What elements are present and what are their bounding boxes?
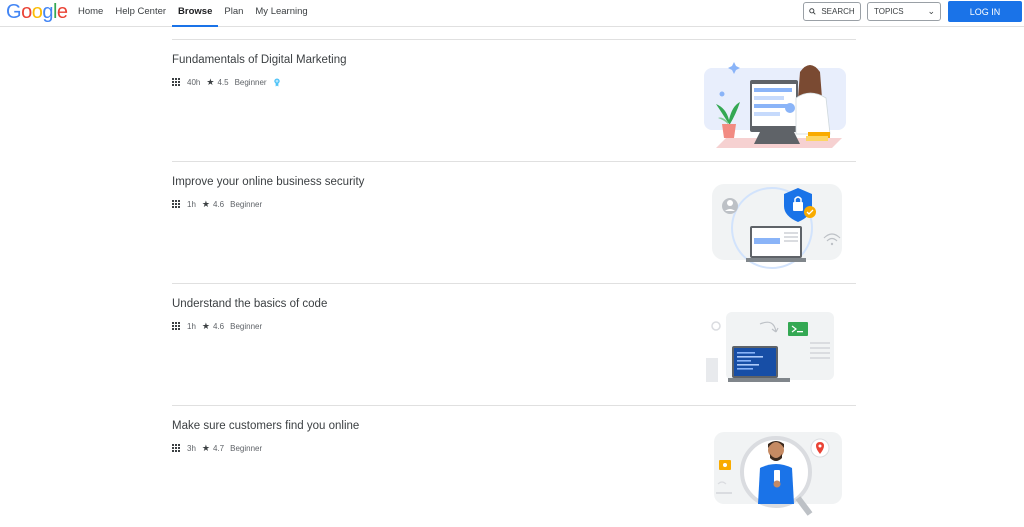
course-rating: 4.5 [217,77,229,87]
topics-label: TOPICS [874,7,904,16]
course-title[interactable]: Fundamentals of Digital Marketing [172,54,347,66]
search-icon [809,8,816,15]
chevron-down-icon: ⌄ [927,6,935,16]
star-icon: ★ [206,76,215,87]
course-level: Beginner [230,443,263,453]
course-duration: 1h [187,321,196,331]
course-rating: 4.6 [212,321,225,331]
course-meta: 1h ★ 4.6 Beginner [172,199,268,209]
course-meta: 1h ★ 4.6 Beginner [172,321,268,331]
certificate-badge-icon [273,77,280,87]
nav-plan[interactable]: Plan [218,0,249,27]
search-button[interactable]: SEARCH [803,2,861,21]
course-duration: 40h [187,77,201,87]
modules-icon [172,444,180,452]
course-card[interactable]: Understand the basics of code 1h ★ 4.6 B… [172,283,856,405]
course-level: Beginner [230,199,263,209]
topics-dropdown[interactable]: TOPICS ⌄ [867,2,941,21]
nav-home[interactable]: Home [72,0,109,27]
course-card[interactable]: Improve your online business security 1h… [172,161,856,283]
star-icon: ★ [201,442,210,453]
code-basics-illustration [706,312,834,382]
online-security-illustration [712,184,842,269]
course-title[interactable]: Understand the basics of code [172,298,327,310]
search-label: SEARCH [821,7,855,16]
course-level: Beginner [230,321,263,331]
course-card[interactable]: Make sure customers find you online 3h ★… [172,405,856,527]
login-button[interactable]: LOG IN [948,1,1022,22]
course-duration: 3h [187,443,196,453]
nav-browse[interactable]: Browse [172,0,219,27]
course-meta: 3h ★ 4.7 Beginner [172,443,268,453]
main-nav: Home Help Center Browse Plan My Learning [72,0,314,27]
course-title[interactable]: Make sure customers find you online [172,420,359,432]
course-duration: 1h [187,199,196,209]
nav-help-center[interactable]: Help Center [109,0,172,27]
star-icon: ★ [201,198,210,209]
top-header: Google Home Help Center Browse Plan My L… [0,0,1024,27]
modules-icon [172,322,180,330]
course-title[interactable]: Improve your online business security [172,176,364,188]
course-card[interactable]: Fundamentals of Digital Marketing 40h ★ … [172,39,856,161]
nav-my-learning[interactable]: My Learning [249,0,313,27]
course-rating: 4.6 [212,199,225,209]
course-rating: 4.7 [212,443,225,453]
course-level: Beginner [234,77,267,87]
star-icon: ★ [201,320,210,331]
find-customers-online-illustration [714,432,842,516]
digital-marketing-illustration [704,62,846,148]
google-logo[interactable]: Google [6,1,68,24]
course-meta: 40h ★ 4.5 Beginner [172,77,281,87]
modules-icon [172,200,180,208]
modules-icon [172,78,180,86]
